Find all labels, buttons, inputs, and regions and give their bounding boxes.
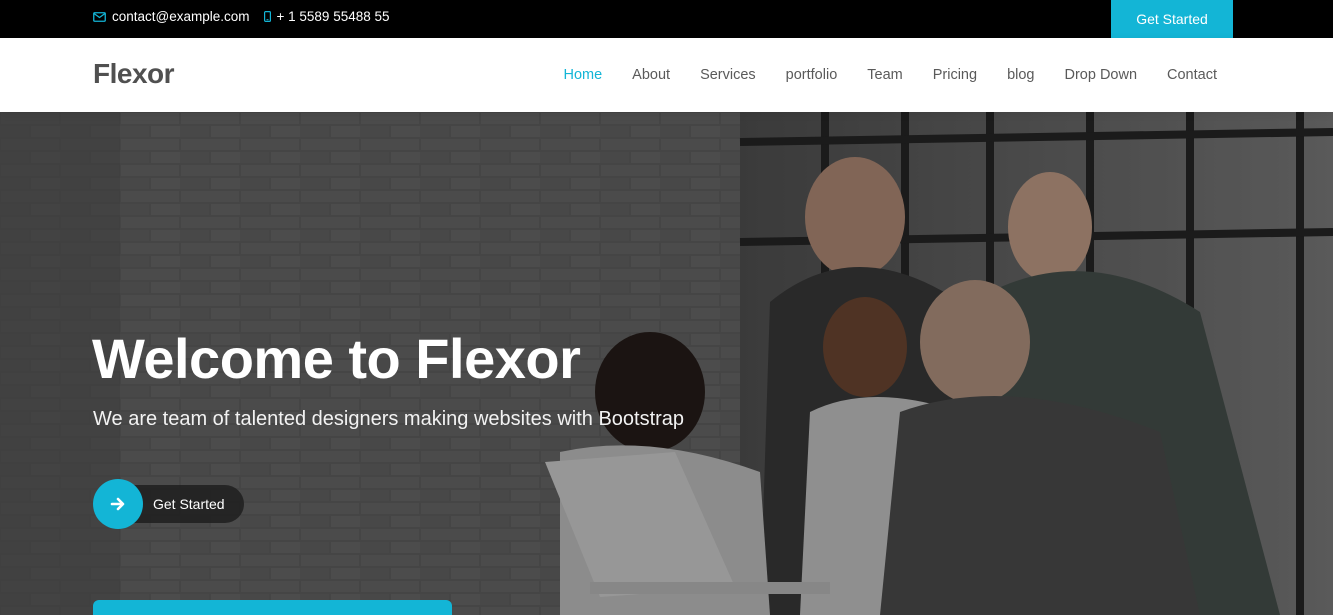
top-get-started-button[interactable]: Get Started — [1111, 0, 1233, 38]
nav-item-team[interactable]: Team — [867, 67, 902, 83]
hero-subtitle: We are team of talented designers making… — [93, 408, 685, 430]
phone-item[interactable]: + 1 5589 55488 55 — [263, 9, 390, 24]
hero-get-started-button[interactable]: Get Started — [93, 479, 244, 529]
email-text: contact@example.com — [112, 9, 250, 24]
hero-section: Welcome to Flexor We are team of talente… — [0, 112, 1333, 615]
site-logo[interactable]: Flexor — [93, 58, 175, 90]
main-nav: Home About Services portfolio Team Prici… — [533, 38, 1217, 112]
nav-item-home[interactable]: Home — [563, 67, 602, 83]
nav-item-contact[interactable]: Contact — [1167, 67, 1217, 83]
featured-box-top — [93, 600, 452, 615]
nav-item-about[interactable]: About — [632, 67, 670, 83]
site-header: Flexor Home About Services portfolio Tea… — [0, 38, 1333, 112]
arrow-right-icon — [93, 479, 143, 529]
nav-item-services[interactable]: Services — [700, 67, 756, 83]
nav-item-blog[interactable]: blog — [1007, 67, 1034, 83]
hero-title: Welcome to Flexor — [92, 327, 581, 390]
phone-icon — [263, 11, 271, 22]
phone-text: + 1 5589 55488 55 — [276, 9, 390, 24]
envelope-icon — [93, 11, 106, 22]
email-item[interactable]: contact@example.com — [93, 9, 250, 24]
hero-button-label: Get Started — [153, 496, 225, 512]
nav-item-drop-down[interactable]: Drop Down — [1064, 67, 1137, 83]
contact-info: contact@example.com + 1 5589 55488 55 — [93, 0, 404, 33]
nav-item-portfolio[interactable]: portfolio — [786, 67, 838, 83]
top-bar: contact@example.com + 1 5589 55488 55 Ge… — [0, 0, 1333, 38]
nav-item-pricing[interactable]: Pricing — [933, 67, 977, 83]
